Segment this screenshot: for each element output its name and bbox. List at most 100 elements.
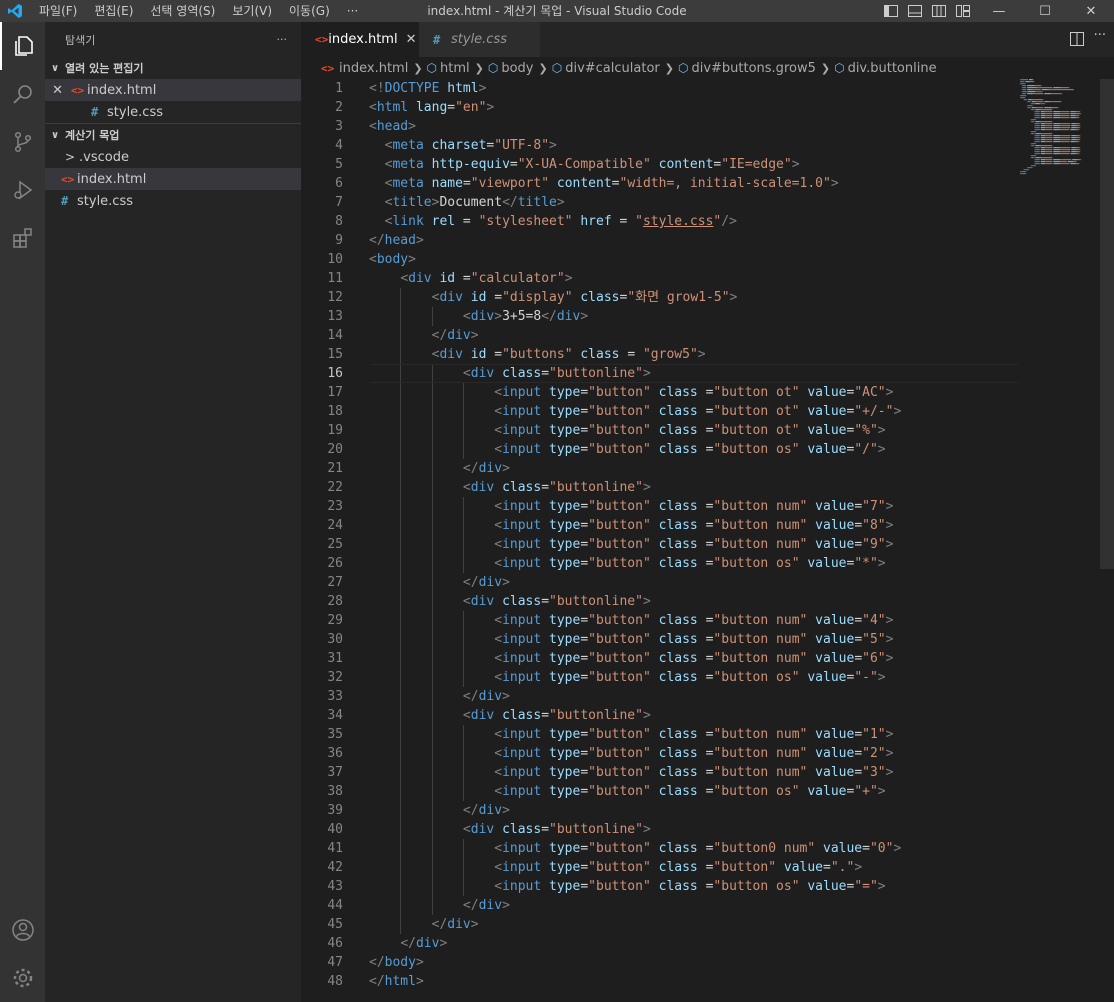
code-line[interactable]: 23 <input type="button" class ="button n… <box>301 497 1021 516</box>
tab-index-html[interactable]: <> index.html ✕ <box>301 22 419 57</box>
tab-style-css[interactable]: # style.css <box>419 22 540 57</box>
code-line[interactable]: 18 <input type="button" class ="button o… <box>301 402 1021 421</box>
toggle-panel-icon[interactable] <box>907 4 923 18</box>
code-line[interactable]: 47 </body> <box>301 953 1021 972</box>
breadcrumb-item[interactable]: div.buttonline <box>848 61 937 76</box>
code-line[interactable]: 24 <input type="button" class ="button n… <box>301 516 1021 535</box>
code-line[interactable]: 10 <body> <box>301 250 1021 269</box>
code-line[interactable]: 12 <div id ="display" class="화면 grow1-5"… <box>301 288 1021 307</box>
minimize-button[interactable]: — <box>976 0 1022 22</box>
code-line[interactable]: 33 </div> <box>301 687 1021 706</box>
vertical-scrollbar[interactable] <box>1100 79 1114 569</box>
maximize-button[interactable]: ☐ <box>1022 0 1068 22</box>
code-line[interactable]: 8 <link rel = "stylesheet" href = "style… <box>301 212 1021 231</box>
open-editor-item-style-css[interactable]: # style.css <box>45 101 301 123</box>
code-text: <div class="buttonline"> <box>462 366 651 381</box>
code-line[interactable]: 25 <input type="button" class ="button n… <box>301 535 1021 554</box>
code-line[interactable]: 15 <div id ="buttons" class = "grow5"> <box>301 345 1021 364</box>
code-line[interactable]: 45 </div> <box>301 915 1021 934</box>
breadcrumb-item[interactable]: body <box>501 61 533 76</box>
code-line[interactable]: 44 </div> <box>301 896 1021 915</box>
code-line[interactable]: 41 <input type="button" class ="button0 … <box>301 839 1021 858</box>
code-line[interactable]: 13 <div>3+5=8</div> <box>301 307 1021 326</box>
code-line[interactable]: 27 </div> <box>301 573 1021 592</box>
code-line[interactable]: 21 </div> <box>301 459 1021 478</box>
open-editors-header[interactable]: ∨ 열려 있는 편집기 <box>45 57 301 79</box>
search-icon[interactable] <box>0 70 45 118</box>
workspace-header[interactable]: ∨ 계산기 목업 <box>45 124 301 146</box>
menu-more[interactable]: ··· <box>338 0 366 22</box>
code-line[interactable]: 17 <input type="button" class ="button o… <box>301 383 1021 402</box>
code-line[interactable]: 39 </div> <box>301 801 1021 820</box>
tree-item-style-css[interactable]: # style.css <box>45 190 301 212</box>
code-line[interactable]: 29 <input type="button" class ="button n… <box>301 611 1021 630</box>
code-line[interactable]: 20 <input type="button" class ="button o… <box>301 440 1021 459</box>
code-line[interactable]: 46 </div> <box>301 934 1021 953</box>
line-number: 4 <box>335 138 343 153</box>
line-number: 5 <box>335 157 343 172</box>
menu-view[interactable]: 보기(V) <box>223 0 280 22</box>
code-line[interactable]: 19 <input type="button" class ="button o… <box>301 421 1021 440</box>
settings-gear-icon[interactable] <box>0 954 45 1002</box>
code-line[interactable]: 35 <input type="button" class ="button n… <box>301 725 1021 744</box>
menu-go[interactable]: 이동(G) <box>280 0 338 22</box>
sidebar-more-button[interactable]: ··· <box>277 33 288 46</box>
code-line[interactable]: 6 <meta name="viewport" content="width=,… <box>301 174 1021 193</box>
close-icon[interactable]: ✕ <box>45 83 71 98</box>
breadcrumb-item[interactable]: index.html <box>339 61 408 76</box>
code-line[interactable]: 5 <meta http-equiv="X-UA-Compatible" con… <box>301 155 1021 174</box>
toggle-secondary-sidebar-icon[interactable] <box>931 4 947 18</box>
editor-more-button[interactable]: ··· <box>1094 28 1106 43</box>
split-editor-icon[interactable] <box>1070 32 1084 46</box>
code-line[interactable]: 26 <input type="button" class ="button o… <box>301 554 1021 573</box>
code-line[interactable]: 32 <input type="button" class ="button o… <box>301 668 1021 687</box>
tree-item-index-html[interactable]: <> index.html <box>45 168 301 190</box>
line-number: 46 <box>327 936 343 951</box>
explorer-icon[interactable] <box>0 22 45 70</box>
close-icon[interactable]: ✕ <box>406 32 417 47</box>
toggle-primary-sidebar-icon[interactable] <box>883 4 899 18</box>
code-line[interactable]: 31 <input type="button" class ="button n… <box>301 649 1021 668</box>
chevron-right-icon: ❯ <box>820 61 831 75</box>
source-control-icon[interactable] <box>0 118 45 166</box>
menu-selection[interactable]: 선택 영역(S) <box>141 0 223 22</box>
code-line[interactable]: 1 <!DOCTYPE html> <box>301 79 1021 98</box>
code-line[interactable]: 37 <input type="button" class ="button n… <box>301 763 1021 782</box>
tree-item-vscode-folder[interactable]: > .vscode <box>45 146 301 168</box>
customize-layout-icon[interactable] <box>955 4 971 18</box>
code-line[interactable]: 30 <input type="button" class ="button n… <box>301 630 1021 649</box>
breadcrumb-item[interactable]: div#calculator <box>565 61 660 76</box>
explorer-sidebar: 탐색기 ··· ∨ 열려 있는 편집기 ✕ <> index.html # st… <box>45 22 301 1002</box>
code-line[interactable]: 14 </div> <box>301 326 1021 345</box>
minimap[interactable] <box>1020 79 1100 179</box>
code-line[interactable]: 34 <div class="buttonline"> <box>301 706 1021 725</box>
menu-edit[interactable]: 편집(E) <box>85 0 141 22</box>
vscode-logo-icon <box>0 0 30 22</box>
code-line[interactable]: 11 <div id ="calculator"> <box>301 269 1021 288</box>
code-line[interactable]: 43 <input type="button" class ="button o… <box>301 877 1021 896</box>
code-line[interactable]: 22 <div class="buttonline"> <box>301 478 1021 497</box>
code-line[interactable]: 38 <input type="button" class ="button o… <box>301 782 1021 801</box>
code-editor[interactable]: 1 <!DOCTYPE html> 2 <html lang="en"> 3 <head>… <box>301 79 1021 1002</box>
code-line[interactable]: 9 </head> <box>301 231 1021 250</box>
code-line[interactable]: 2 <html lang="en"> <box>301 98 1021 117</box>
accounts-icon[interactable] <box>0 906 45 954</box>
code-line[interactable]: 48 </html> <box>301 972 1021 991</box>
code-line[interactable]: 4 <meta charset="UTF-8"> <box>301 136 1021 155</box>
breadcrumb-item[interactable]: div#buttons.grow5 <box>691 61 815 76</box>
code-line[interactable]: 16 <div class="buttonline"> <box>301 364 1021 383</box>
code-line[interactable]: 3 <head> <box>301 117 1021 136</box>
code-line[interactable]: 28 <div class="buttonline"> <box>301 592 1021 611</box>
code-line[interactable]: 36 <input type="button" class ="button n… <box>301 744 1021 763</box>
open-editor-item-index-html[interactable]: ✕ <> index.html <box>45 79 301 101</box>
code-line[interactable]: 40 <div class="buttonline"> <box>301 820 1021 839</box>
line-number: 45 <box>327 917 343 932</box>
extensions-icon[interactable] <box>0 214 45 262</box>
menu-file[interactable]: 파일(F) <box>30 0 85 22</box>
breadcrumb-item[interactable]: html <box>440 61 470 76</box>
code-text: <input type="button" class ="button os" … <box>494 879 886 894</box>
code-line[interactable]: 42 <input type="button" class ="button" … <box>301 858 1021 877</box>
close-window-button[interactable]: ✕ <box>1068 0 1114 22</box>
code-line[interactable]: 7 <title>Document</title> <box>301 193 1021 212</box>
run-debug-icon[interactable] <box>0 166 45 214</box>
